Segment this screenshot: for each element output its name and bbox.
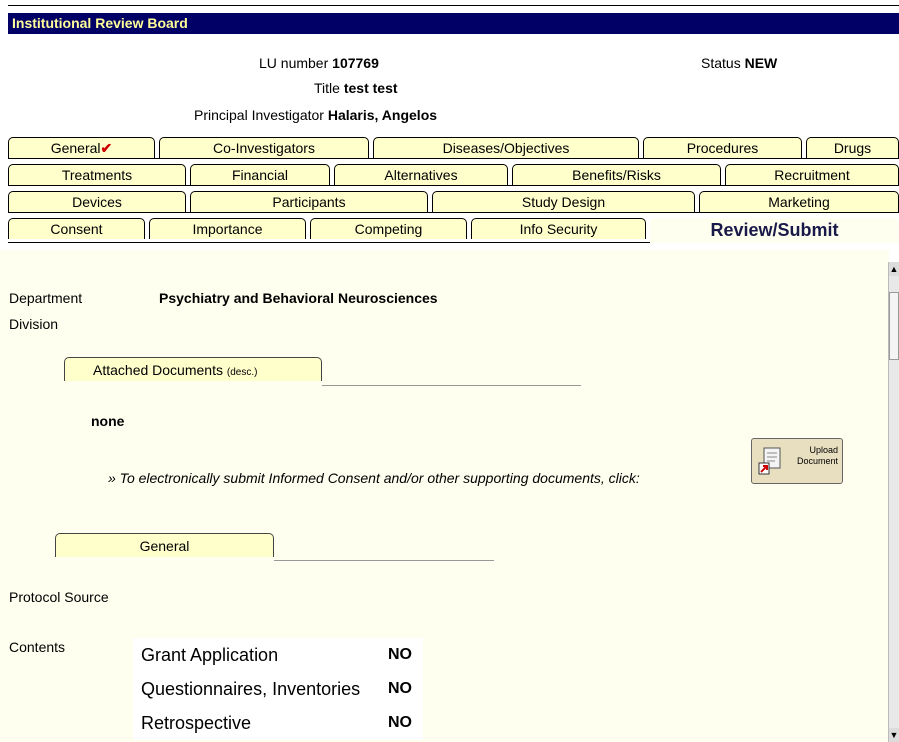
attachments-value: none <box>91 413 125 429</box>
tab-review-submit[interactable]: Review/Submit <box>650 218 899 243</box>
tab-row-4: Consent Importance Competing Info Securi… <box>8 218 899 243</box>
tab-alternatives[interactable]: Alternatives <box>334 164 508 185</box>
vertical-scrollbar[interactable]: ▲ ▼ <box>888 262 899 742</box>
tab-consent[interactable]: Consent <box>8 218 145 239</box>
general-section-tab[interactable]: General <box>55 533 274 557</box>
tab-competing[interactable]: Competing <box>310 218 467 239</box>
upload-document-button[interactable]: Upload Document <box>751 438 843 484</box>
tab-treatments[interactable]: Treatments <box>8 164 186 185</box>
tab-row-rule <box>8 185 899 186</box>
tab-row-2: Treatments Financial Alternatives Benefi… <box>8 164 899 186</box>
tab-row-1: General✔ Co-Investigators Diseases/Objec… <box>8 137 899 159</box>
sort-desc-link[interactable]: (desc.) <box>227 367 258 378</box>
tab-recruitment[interactable]: Recruitment <box>725 164 899 185</box>
tab-participants[interactable]: Participants <box>190 191 428 212</box>
scroll-up-arrow-icon[interactable]: ▲ <box>889 262 899 276</box>
list-item: Grant Application NO <box>141 645 412 665</box>
tab-importance[interactable]: Importance <box>149 218 306 239</box>
tab-row-rule <box>8 212 899 213</box>
division-label: Division <box>9 316 59 332</box>
document-upload-icon <box>758 447 781 475</box>
tab-drugs[interactable]: Drugs <box>806 137 899 158</box>
tab-marketing[interactable]: Marketing <box>699 191 899 212</box>
protocol-title: Title test test <box>314 80 398 96</box>
tab-benefits-risks[interactable]: Benefits/Risks <box>512 164 721 185</box>
lu-number: LU number 107769 <box>259 55 379 71</box>
tab-info-security[interactable]: Info Security <box>471 218 646 239</box>
list-item: Questionnaires, Inventories NO <box>141 679 412 699</box>
contents-table: Grant Application NO Questionnaires, Inv… <box>133 638 423 740</box>
attached-documents-tab[interactable]: Attached Documents (desc.) <box>64 357 322 381</box>
principal-investigator: Principal Investigator Halaris, Angelos <box>194 107 438 123</box>
tab-study-design[interactable]: Study Design <box>432 191 695 212</box>
tab-row-rule <box>8 242 650 243</box>
tab-co-investigators[interactable]: Co-Investigators <box>159 137 369 158</box>
scroll-down-arrow-icon[interactable]: ▼ <box>889 728 899 742</box>
app-title: Institutional Review Board <box>12 15 188 31</box>
status-badge: NEW <box>744 55 778 71</box>
tab-row-3: Devices Participants Study Design Market… <box>8 191 899 213</box>
app-title-bar: Institutional Review Board <box>8 13 899 34</box>
contents-label: Contents <box>9 639 66 655</box>
protocol-source-label: Protocol Source <box>9 589 109 605</box>
top-divider <box>8 5 899 6</box>
tab-devices[interactable]: Devices <box>8 191 186 212</box>
section-divider <box>322 385 581 386</box>
scroll-thumb[interactable] <box>889 292 899 360</box>
department-value: Psychiatry and Behavioral Neurosciences <box>159 290 438 306</box>
upload-instruction: » To electronically submit Informed Cons… <box>108 470 640 486</box>
list-item: Retrospective NO <box>141 713 412 733</box>
tab-procedures[interactable]: Procedures <box>643 137 802 158</box>
section-tabs: General✔ Co-Investigators Diseases/Objec… <box>8 137 899 243</box>
tab-diseases-objectives[interactable]: Diseases/Objectives <box>373 137 639 158</box>
tab-row-rule <box>8 158 899 159</box>
tab-general[interactable]: General✔ <box>8 137 155 158</box>
section-divider <box>274 560 494 561</box>
department-label: Department <box>9 290 83 306</box>
status: Status NEW <box>701 55 778 71</box>
checkmark-icon: ✔ <box>100 140 113 156</box>
tab-financial[interactable]: Financial <box>190 164 330 185</box>
